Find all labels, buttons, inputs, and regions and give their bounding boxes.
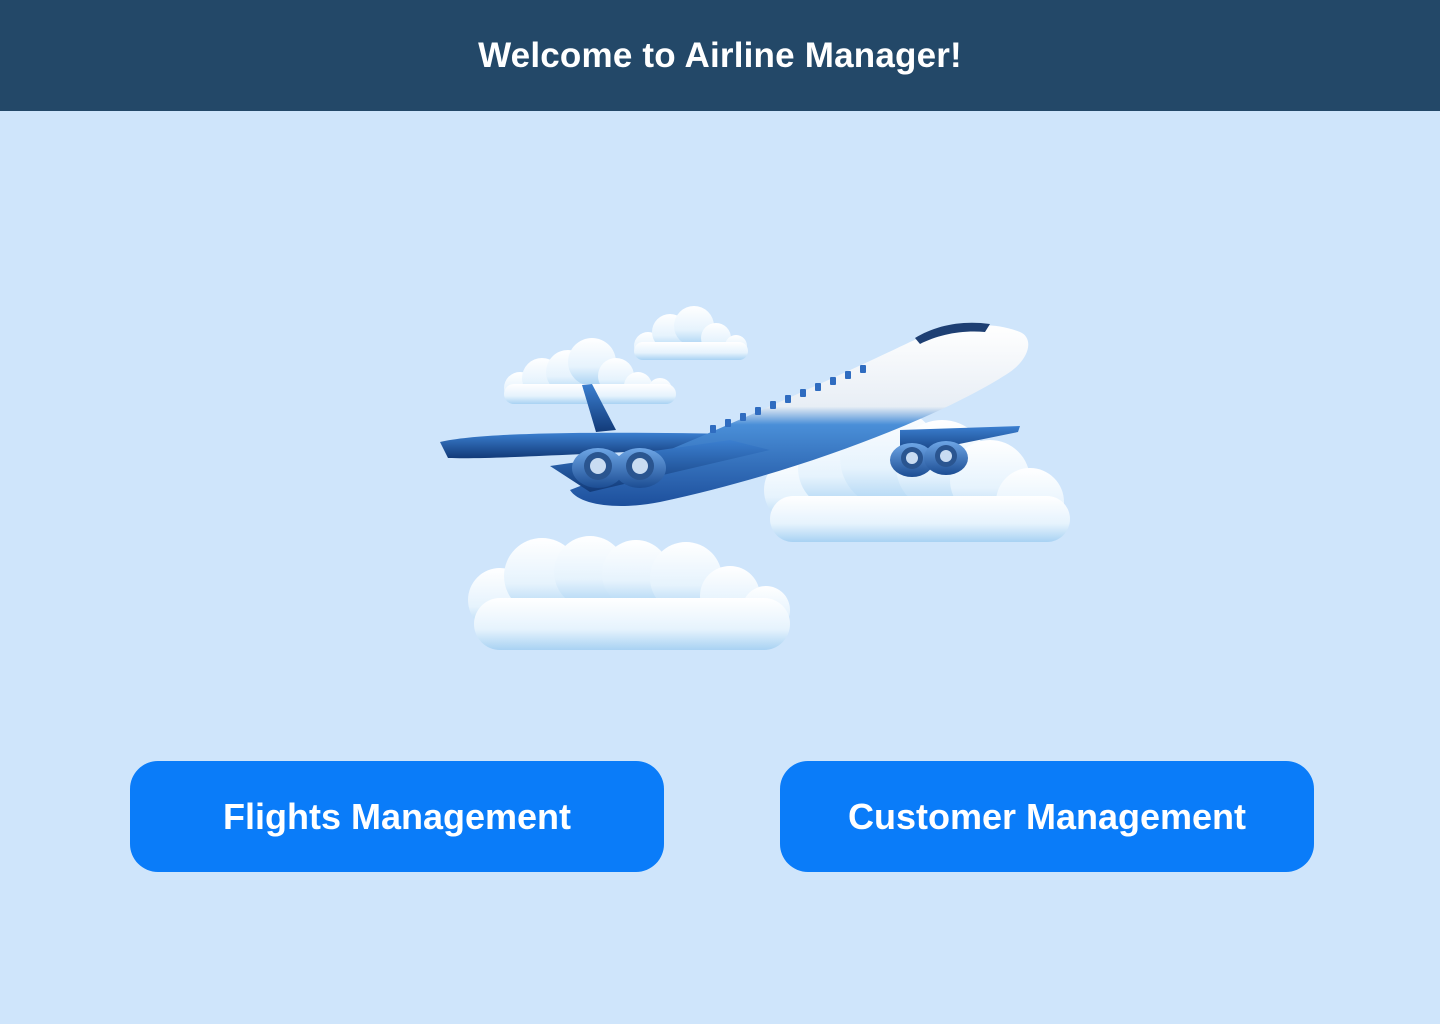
top-header: Welcome to Airline Manager! <box>0 0 1440 111</box>
flights-management-button[interactable]: Flights Management <box>130 761 664 872</box>
page-title: Welcome to Airline Manager! <box>478 35 962 75</box>
airplane-illustration <box>430 280 1090 680</box>
cloud-icon <box>468 536 790 650</box>
customer-management-label: Customer Management <box>847 795 1247 837</box>
customer-management-button[interactable]: Customer Management <box>780 761 1314 872</box>
cloud-icon <box>634 306 748 360</box>
flights-management-label: Flights Management <box>222 795 572 837</box>
